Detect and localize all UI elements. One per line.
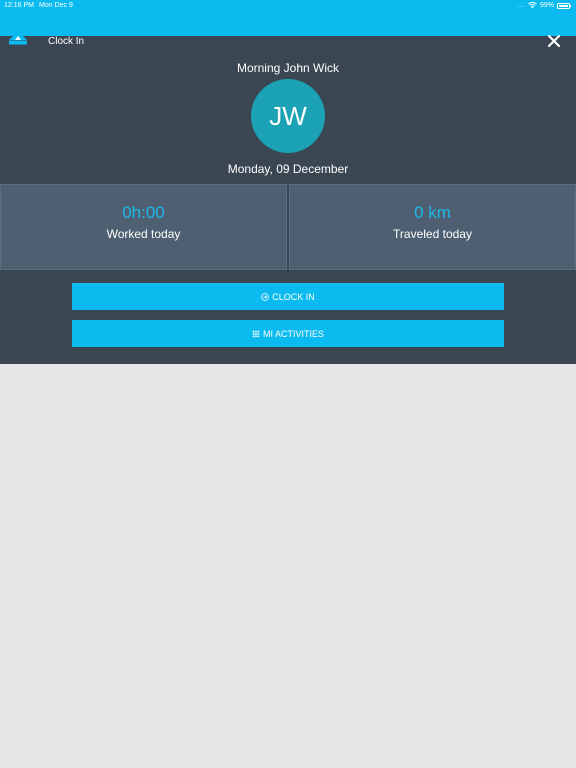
status-time: 12:16 PM — [4, 2, 34, 9]
traveled-today-value: 0 km — [414, 203, 451, 222]
greeting-text: Morning John Wick — [236, 61, 340, 75]
worked-today-label: Worked today — [106, 227, 181, 241]
battery-percent: 99% — [539, 2, 554, 9]
wifi-icon — [528, 2, 537, 9]
worked-today-value: 0h:00 — [122, 203, 165, 222]
app-logo-icon[interactable] — [8, 30, 28, 46]
clock-in-panel: Clock In Morning John Wick JW Monday, 09… — [0, 31, 576, 364]
clock-in-icon — [261, 292, 269, 301]
avatar: JW — [251, 79, 325, 153]
status-right: .... 99% — [517, 2, 571, 9]
signal-icon: .... — [517, 2, 525, 9]
traveled-today-card: 0 km Traveled today — [289, 184, 576, 270]
my-activities-button[interactable]: MI ACTIVITIES — [72, 320, 504, 347]
close-icon[interactable] — [546, 33, 562, 49]
stats-row: 0h:00 Worked today 0 km Traveled today — [0, 184, 576, 270]
clock-in-button[interactable]: CLOCK IN — [72, 283, 504, 310]
status-date: Mon Dec 9 — [39, 2, 73, 9]
status-bar: 12:16 PM Mon Dec 9 .... 99% — [0, 0, 576, 36]
clock-in-label: CLOCK IN — [272, 291, 315, 302]
today-date: Monday, 09 December — [227, 162, 349, 176]
grid-icon — [252, 330, 260, 337]
my-activities-label: MI ACTIVITIES — [262, 328, 324, 339]
screen-title: Clock In — [48, 36, 85, 47]
traveled-today-label: Traveled today — [393, 227, 472, 241]
battery-icon — [557, 2, 571, 9]
worked-today-card: 0h:00 Worked today — [0, 184, 287, 270]
